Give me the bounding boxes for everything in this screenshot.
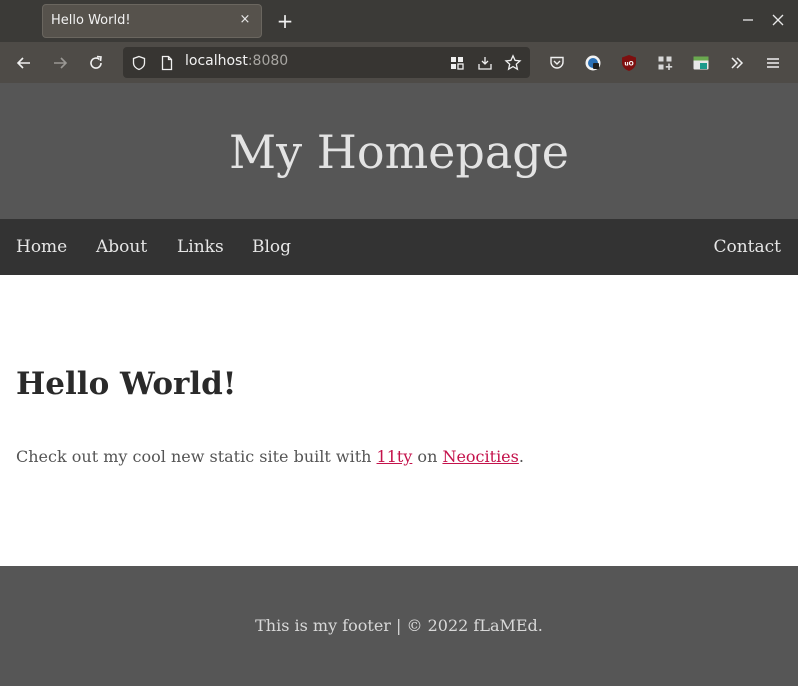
link-neocities[interactable]: Neocities <box>442 447 518 466</box>
browser-toolbar: localhost:8080 uO <box>0 42 798 83</box>
nav-link-home[interactable]: Home <box>16 236 67 258</box>
privacy-badger-icon[interactable] <box>582 52 604 74</box>
site-title: My Homepage <box>229 125 569 179</box>
nav-link-contact[interactable]: Contact <box>713 236 781 258</box>
extensions-icon[interactable] <box>654 52 676 74</box>
site-footer: This is my footer | © 2022 fLaMEd. <box>0 566 798 686</box>
url-host: localhost <box>185 53 248 69</box>
minimize-icon[interactable] <box>740 12 756 28</box>
reload-icon[interactable] <box>85 52 107 74</box>
grid-icon[interactable] <box>447 53 467 73</box>
window-close-icon[interactable] <box>770 12 786 28</box>
intro-text-start: Check out my cool new static site built … <box>16 447 377 466</box>
nav-link-links[interactable]: Links <box>177 236 224 258</box>
link-11ty[interactable]: 11ty <box>377 447 413 466</box>
menu-icon[interactable] <box>762 52 784 74</box>
main-content: Hello World! Check out my cool new stati… <box>0 275 798 566</box>
ublock-icon[interactable]: uO <box>618 52 640 74</box>
url-port: :8080 <box>247 53 289 69</box>
intro-text-middle: on <box>412 447 443 466</box>
page-icon[interactable] <box>157 53 177 73</box>
nav-link-about[interactable]: About <box>96 236 147 258</box>
svg-text:uO: uO <box>624 61 633 68</box>
intro-text-end: . <box>518 447 524 466</box>
download-icon[interactable] <box>475 53 495 73</box>
tab-title: Hello World! <box>51 13 131 28</box>
footer-text: This is my footer | © 2022 fLaMEd. <box>255 616 543 635</box>
pocket-icon[interactable] <box>546 52 568 74</box>
star-icon[interactable] <box>503 53 523 73</box>
intro-paragraph: Check out my cool new static site built … <box>16 446 524 468</box>
site-header: My Homepage <box>0 83 798 219</box>
browser-tab[interactable]: Hello World! × <box>42 4 262 38</box>
site-nav: Home About Links Blog Contact <box>0 219 798 275</box>
overflow-icon[interactable] <box>726 52 748 74</box>
browser-tab-bar: Hello World! × + <box>0 0 798 42</box>
nav-link-blog[interactable]: Blog <box>252 236 291 258</box>
page-heading: Hello World! <box>16 366 237 402</box>
url-text: localhost:8080 <box>185 53 288 69</box>
back-arrow-icon[interactable] <box>13 52 35 74</box>
container-icon[interactable] <box>690 52 712 74</box>
new-tab-button[interactable]: + <box>274 10 296 32</box>
shield-icon[interactable] <box>129 53 149 73</box>
forward-arrow-icon[interactable] <box>49 52 71 74</box>
url-bar[interactable]: localhost:8080 <box>123 47 530 78</box>
tab-close-icon[interactable]: × <box>236 11 254 29</box>
